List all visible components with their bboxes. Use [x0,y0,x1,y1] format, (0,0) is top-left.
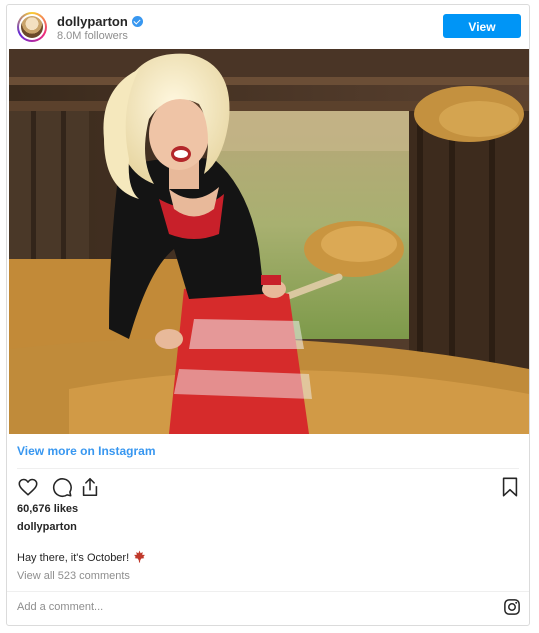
maple-leaf-icon [134,550,146,563]
avatar[interactable] [17,12,47,42]
view-profile-button[interactable]: View profile [443,14,521,58]
instagram-icon[interactable] [503,598,521,616]
action-bar [17,476,521,500]
post-photo[interactable] [9,49,529,434]
username[interactable]: dollyparton [57,14,143,29]
follower-count: 8.0M followers [57,30,128,42]
username-text[interactable]: dollyparton [57,14,128,29]
caption-text: Hay there, it's October! [17,552,130,564]
instagram-embed-card: dollyparton 8.0M followers View profile [6,4,530,626]
view-all-comments-link[interactable]: View all 523 comments [17,570,130,582]
comment-icon[interactable] [51,476,73,498]
view-more-on-instagram-link[interactable]: View more on Instagram [17,444,156,458]
divider [17,468,519,469]
share-icon[interactable] [79,476,101,498]
post-caption: Hay there, it's October! [17,550,146,564]
comment-input[interactable] [17,601,477,613]
poster-username[interactable]: dollyparton [17,521,77,533]
photo-illustration [9,49,529,434]
verified-badge-icon [131,16,143,27]
bookmark-icon[interactable] [499,476,521,498]
heart-icon[interactable] [17,476,39,498]
divider [7,591,529,592]
post-header: dollyparton 8.0M followers View profile [7,5,529,58]
like-count[interactable]: 60,676 likes [17,503,78,515]
